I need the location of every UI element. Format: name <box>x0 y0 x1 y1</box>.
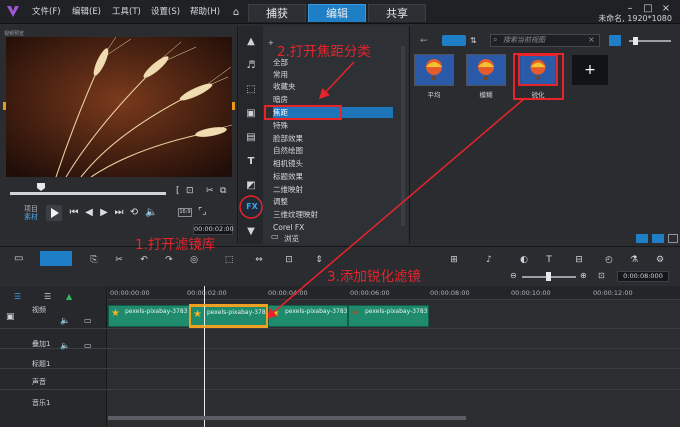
video-editor-window: 文件(F) 编辑(E) 工具(T) 设置(S) 帮助(H) ⌂ 捕获 编辑 共享… <box>0 0 680 427</box>
annotation-step-3: 3.添加锐化滤镜 <box>327 269 421 285</box>
annotation-box-clip <box>189 304 268 328</box>
annotation-step-2: 2.打开焦距分类 <box>277 44 371 60</box>
annotation-arrows <box>239 61 526 319</box>
annotation-box-focus <box>264 105 342 120</box>
annotation-box-sharpen <box>513 53 564 100</box>
annotation-step-1: 1.打开滤镜库 <box>135 237 216 253</box>
